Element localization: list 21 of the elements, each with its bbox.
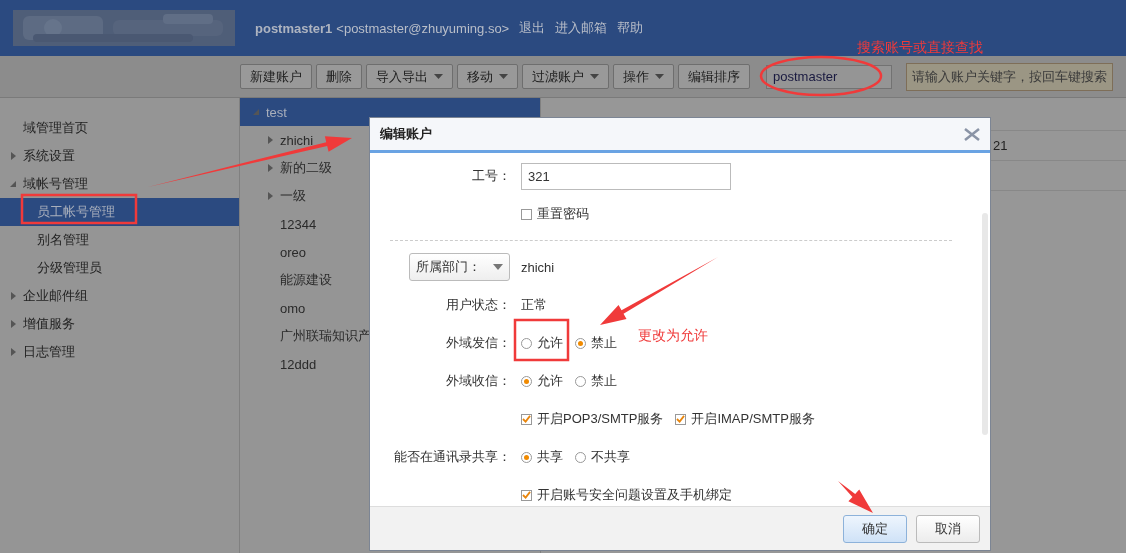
field-label: 工号： <box>472 167 511 185</box>
annotation-text: 搜索账号或直接查找 <box>857 39 983 57</box>
field-label: 能否在通讯录共享： <box>394 448 511 466</box>
field-value: 正常 <box>521 296 547 314</box>
user-name: postmaster1 <box>255 20 333 36</box>
option-label: 禁止 <box>591 334 617 352</box>
search-tooltip: 请输入账户关键字，按回车键搜索 <box>906 62 1113 91</box>
option-label: 不共享 <box>591 448 630 466</box>
field-value: zhichi <box>521 259 555 275</box>
field-label: 外域收信： <box>446 372 511 390</box>
user-email: <postmaster@zhuyuming.so> <box>336 20 510 36</box>
dialog-title: 编辑账户 <box>380 125 432 143</box>
option-label: 禁止 <box>591 372 617 390</box>
option-label: 重置密码 <box>537 205 589 223</box>
option-label: 允许 <box>537 334 563 352</box>
option-label: 允许 <box>537 372 563 390</box>
field-label: 用户状态： <box>446 296 511 314</box>
table-cell: 21 <box>993 138 1008 153</box>
option-label: 共享 <box>537 448 563 466</box>
field-label: 外域发信： <box>446 334 511 352</box>
annotation-text: 更改为允许 <box>638 327 708 345</box>
